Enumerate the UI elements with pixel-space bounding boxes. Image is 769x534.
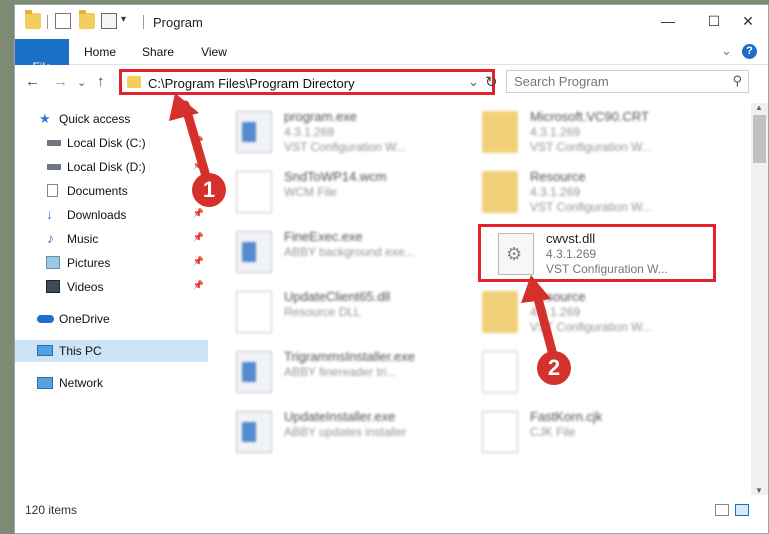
arrow-2-head — [521, 275, 551, 303]
step-badge-1: 1 — [192, 173, 226, 207]
explorer-window: ▾ Program — ☐ ✕ File Home Share View ⌄ ?… — [14, 4, 769, 534]
arrow-1-shaft — [180, 100, 213, 188]
arrow-1-head — [169, 93, 199, 121]
step-badge-2: 2 — [537, 351, 571, 385]
annotation-arrows — [169, 93, 557, 356]
arrow-2-shaft — [532, 290, 557, 356]
